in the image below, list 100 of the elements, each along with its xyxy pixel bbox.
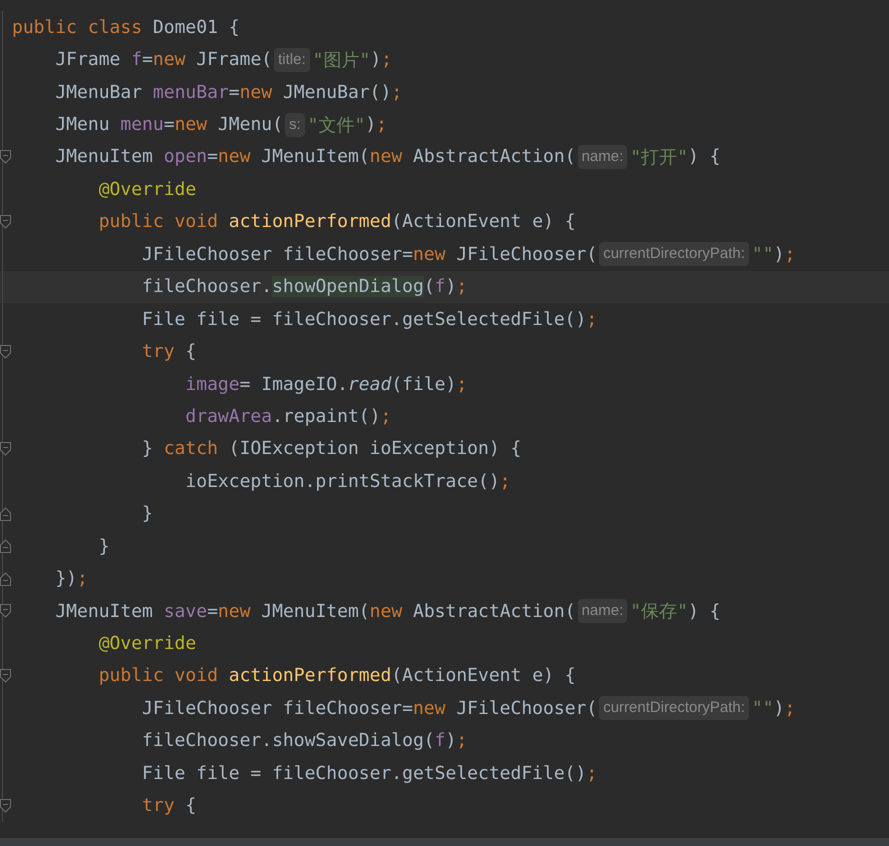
code-method: actionPerformed [228,665,392,686]
code-keyword: new [152,49,186,70]
parameter-hint: name: [578,599,628,624]
code-keyword: ; [77,568,88,590]
code-keyword: new [218,146,250,168]
code-text: { [184,795,196,816]
code-keyword: ; [500,470,511,492]
code-field: save [164,600,208,622]
code-text: AbstractAction( [412,146,576,168]
code-text: ) [365,114,376,136]
code-text: = [207,146,218,168]
code-text: ) [774,244,784,265]
fold-icon[interactable] [0,798,11,813]
code-keyword: public void [98,665,219,686]
code-keyword: new [370,146,402,168]
code-keyword: try [141,341,175,362]
code-text: = [142,49,153,70]
code-string: "保存" [630,600,688,624]
code-field: menuBar [152,82,229,103]
code-keyword: new [174,114,208,136]
code-text: fileChooser. [141,276,272,298]
fold-icon[interactable] [0,604,11,618]
code-method: read [348,374,392,395]
code-text: JMenu [54,114,111,136]
code-annotation: @Override [98,633,196,654]
code-text: ) [774,698,784,719]
code-text: .repaint() [272,406,380,427]
code-text: (IOException ioException) { [228,438,522,460]
fold-icon[interactable] [0,150,11,164]
code-text: JFileChooser( [455,244,598,265]
code-keyword: ; [376,114,387,136]
code-text: JFileChooser( [455,698,598,719]
code-keyword: public class [12,16,144,38]
parameter-hint: s: [284,112,305,137]
code-text: ) [445,730,456,752]
code-keyword: ; [391,82,402,103]
code-text: JMenuItem( [260,600,370,622]
code-text: JFileChooser fileChooser= [141,244,413,265]
code-keyword: ; [784,244,796,265]
code-field: f [434,730,446,752]
code-keyword: public void [98,211,219,232]
code-text: Dome01 { [152,16,240,38]
parameter-hint: currentDirectoryPath: [599,696,749,720]
code-text: } [141,503,153,524]
code-text: = ImageIO. [240,374,348,395]
code-text: JFileChooser fileChooser= [141,698,413,719]
code-text: ) [446,276,456,298]
code-keyword: catch [164,438,218,460]
parameter-hint: title: [274,48,310,72]
code-field: open [164,146,208,168]
code-text: ) { [688,600,720,622]
code-keyword: ; [456,276,468,298]
code-text: ) { [688,146,720,168]
code-text: File file = fileChooser.getSelectedFile() [141,308,586,330]
code-text: fileChooser.showSaveDialog( [141,730,435,752]
code-keyword: ; [381,49,392,70]
code-text: }) [54,568,78,590]
code-text: } [98,536,110,557]
code-string: "" [752,244,774,265]
code-method: actionPerformed [228,211,392,232]
code-text: JFrame( [195,49,272,70]
code-keyword: ; [456,730,468,752]
code-text: JMenu( [216,114,283,136]
code-text: } [141,438,154,460]
fold-icon[interactable] [0,668,11,683]
fold-icon[interactable] [0,344,11,359]
unfold-icon[interactable] [0,506,11,521]
fold-icon[interactable] [0,442,11,456]
code-text: JMenuBar() [282,82,392,103]
parameter-hint: currentDirectoryPath: [599,242,749,266]
code-field: image [12,374,240,395]
code-keyword: ; [456,374,468,395]
code-annotation: @Override [98,178,196,200]
code-text: { [184,341,196,362]
code-string: "打开" [630,146,688,169]
code-string: "" [752,698,774,719]
code-text: JMenuItem [54,146,154,168]
unfold-icon[interactable] [0,539,11,554]
code-keyword: ; [784,698,796,719]
code-field: menu [120,114,164,136]
code-highlight: showOpenDialog [272,276,424,298]
code-text: ioException.printStackTrace() [184,470,500,492]
code-keyword: ; [380,406,392,427]
code-keyword: new [412,698,446,719]
unfold-icon[interactable] [0,572,11,586]
code-keyword: ; [586,308,598,330]
code-text: (ActionEvent e) { [391,665,576,686]
code-text: JMenuItem [54,600,154,622]
fold-icon[interactable] [0,214,11,229]
code-text: JFrame [54,49,122,70]
code-field: drawArea [12,406,272,427]
code-keyword: ; [586,762,598,784]
code-text: ( [424,276,435,298]
code-text: = [164,114,175,136]
code-text: = [207,600,218,622]
code-text: File file = fileChooser.getSelectedFile() [141,762,586,784]
code-keyword: new [240,82,272,103]
parameter-hint: name: [578,144,628,169]
code-field: f [434,276,446,298]
code-keyword: new [218,600,250,622]
